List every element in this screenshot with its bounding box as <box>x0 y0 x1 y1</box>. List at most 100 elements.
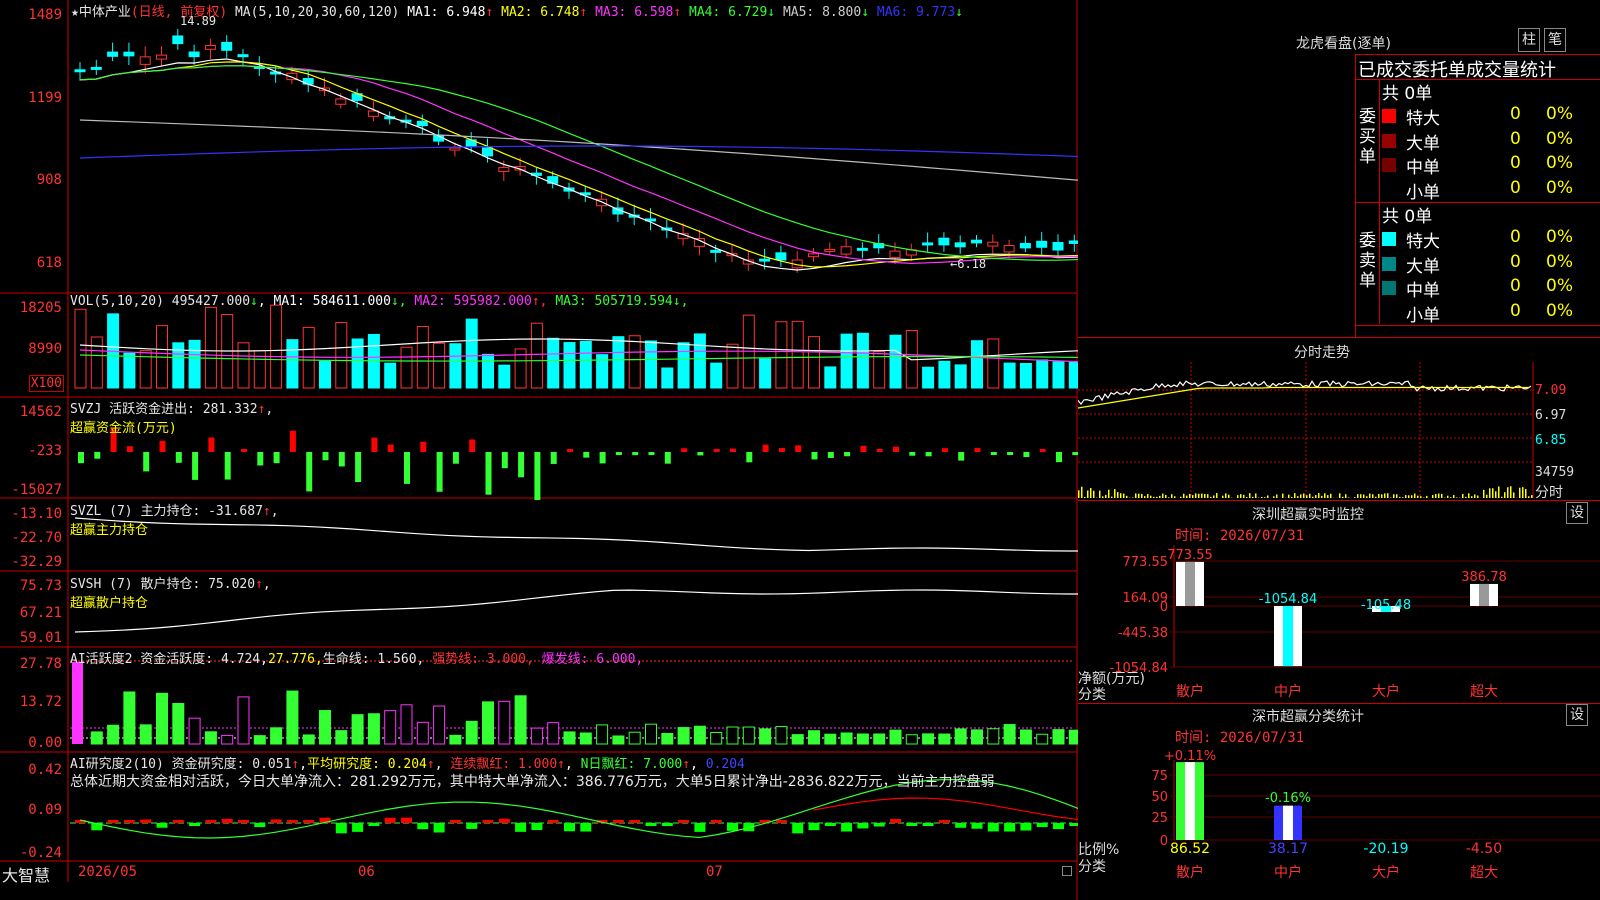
flow-bar <box>355 452 362 483</box>
activity-bar <box>172 702 185 745</box>
intraday-vol-bar <box>1303 493 1305 498</box>
ma-value: 6.948 <box>446 5 486 20</box>
intraday-vol-bar <box>1396 494 1398 498</box>
intraday-vol-bar <box>1102 496 1104 498</box>
research-bar <box>890 818 901 823</box>
research-bar <box>172 820 184 823</box>
ai-research-header: AI研究度2(10) 资金研究度: 0.051↑,平均研究度: 0.204↑, … <box>70 757 745 772</box>
volume-bar <box>922 366 935 389</box>
intraday-vol-bar <box>1105 494 1107 498</box>
activity-bar <box>335 730 348 745</box>
intraday-vol-bar <box>1093 490 1095 498</box>
intraday-vol-bar <box>1201 493 1203 498</box>
intraday-vol-bar <box>1402 497 1404 498</box>
stock-name[interactable]: 中体产业 <box>79 5 131 20</box>
volume-bar <box>530 322 543 389</box>
intraday-vol-bar <box>1132 497 1134 498</box>
volume-bar <box>710 362 723 389</box>
order-percent: 0% <box>1546 128 1573 149</box>
volume-bar <box>645 340 657 389</box>
volume-bar <box>465 318 478 389</box>
flow-bar <box>1056 452 1062 463</box>
intraday-vol-bar <box>1339 493 1341 498</box>
intraday-vol-bar <box>1330 493 1332 498</box>
category-label: 大户 <box>1372 864 1400 881</box>
vol-ma-arrow: ↓, <box>672 294 689 309</box>
activity-bar <box>204 731 217 745</box>
volume-bar <box>987 338 1000 389</box>
candle <box>107 51 119 57</box>
intraday-vol-bar <box>1381 494 1383 498</box>
research-bar <box>156 823 168 828</box>
volume-bar <box>319 360 331 389</box>
intraday-vol-bar <box>1387 493 1389 498</box>
flow-bar <box>159 440 166 452</box>
research-bar <box>955 823 967 828</box>
intraday-vol-bar <box>1090 488 1092 498</box>
intraday-vol-bar <box>1462 493 1464 498</box>
flow-bar <box>289 430 296 452</box>
sz-monitor-settings-button[interactable]: 设 <box>1566 502 1588 524</box>
intraday-vol-bar <box>1309 493 1311 498</box>
volume-bar <box>612 336 625 389</box>
flow-bar <box>681 448 688 452</box>
intraday-vol-bar <box>1399 496 1401 498</box>
candle <box>172 35 184 45</box>
intraday-chart[interactable] <box>1078 362 1600 500</box>
intraday-vol-bar <box>1108 489 1110 498</box>
column-view-button[interactable]: 柱 <box>1518 28 1540 52</box>
volume-bar <box>123 352 136 389</box>
activity-bar <box>351 714 364 745</box>
activity-bar <box>188 717 201 745</box>
bar-top-label: -0.16% <box>1265 791 1311 806</box>
intraday-vol-bar <box>1138 493 1140 498</box>
activity-bar <box>628 731 641 745</box>
intraday-vol-bar <box>1453 495 1455 498</box>
flow-bar <box>175 452 182 463</box>
intraday-vol-bar <box>1117 492 1119 498</box>
intraday-vol-bar <box>1114 489 1116 498</box>
candle <box>139 56 151 65</box>
research-bar <box>873 823 885 827</box>
intraday-vol-bar <box>1255 493 1257 498</box>
activity-bar <box>726 726 739 745</box>
intraday-vol-bar <box>1081 486 1083 498</box>
flow-bar <box>273 452 280 464</box>
activity-bar <box>905 734 918 745</box>
research-bar <box>1069 823 1078 826</box>
intraday-price: 6.97 <box>1535 408 1567 423</box>
ma-line <box>79 65 1078 261</box>
intraday-vol-bar <box>1441 493 1443 498</box>
buy-total: 共 0单 <box>1382 84 1433 104</box>
bar-highlight <box>1185 762 1195 840</box>
intraday-vol-bar <box>1162 493 1164 498</box>
lock-icon[interactable] <box>1062 866 1072 876</box>
vol-unit: X100 <box>28 375 64 392</box>
intraday-vol-bar <box>1327 495 1329 498</box>
activity-bar <box>856 733 869 745</box>
volume-bar <box>563 342 576 389</box>
vol-ma-key: MA2: <box>414 294 454 309</box>
flow-bar <box>925 452 932 457</box>
color-swatch <box>1382 133 1396 148</box>
candle <box>971 239 982 244</box>
intraday-vol-bar <box>1297 496 1299 498</box>
volume-bar <box>482 353 494 389</box>
bar-value-label: 38.17 <box>1268 841 1308 857</box>
research-bar <box>841 823 853 832</box>
date-label: 07 <box>706 864 723 880</box>
activity-bar <box>237 696 250 745</box>
candle <box>237 54 249 58</box>
date-label: 2026/05 <box>78 864 138 880</box>
sz-class-settings-button[interactable]: 设 <box>1566 704 1588 726</box>
order-percent: 0% <box>1546 276 1573 296</box>
flow-bar <box>615 452 622 455</box>
activity-bar <box>840 732 853 745</box>
intraday-vol-bar <box>1357 494 1359 498</box>
intraday-vol-bar <box>1378 493 1380 498</box>
tick-view-button[interactable]: 笔 <box>1544 28 1566 52</box>
intraday-vol-bar <box>1249 493 1251 498</box>
price-tick: 908 <box>36 172 62 188</box>
activity-bar <box>123 691 136 745</box>
sz-class-title: 深市超赢分类统计 <box>1252 709 1364 725</box>
